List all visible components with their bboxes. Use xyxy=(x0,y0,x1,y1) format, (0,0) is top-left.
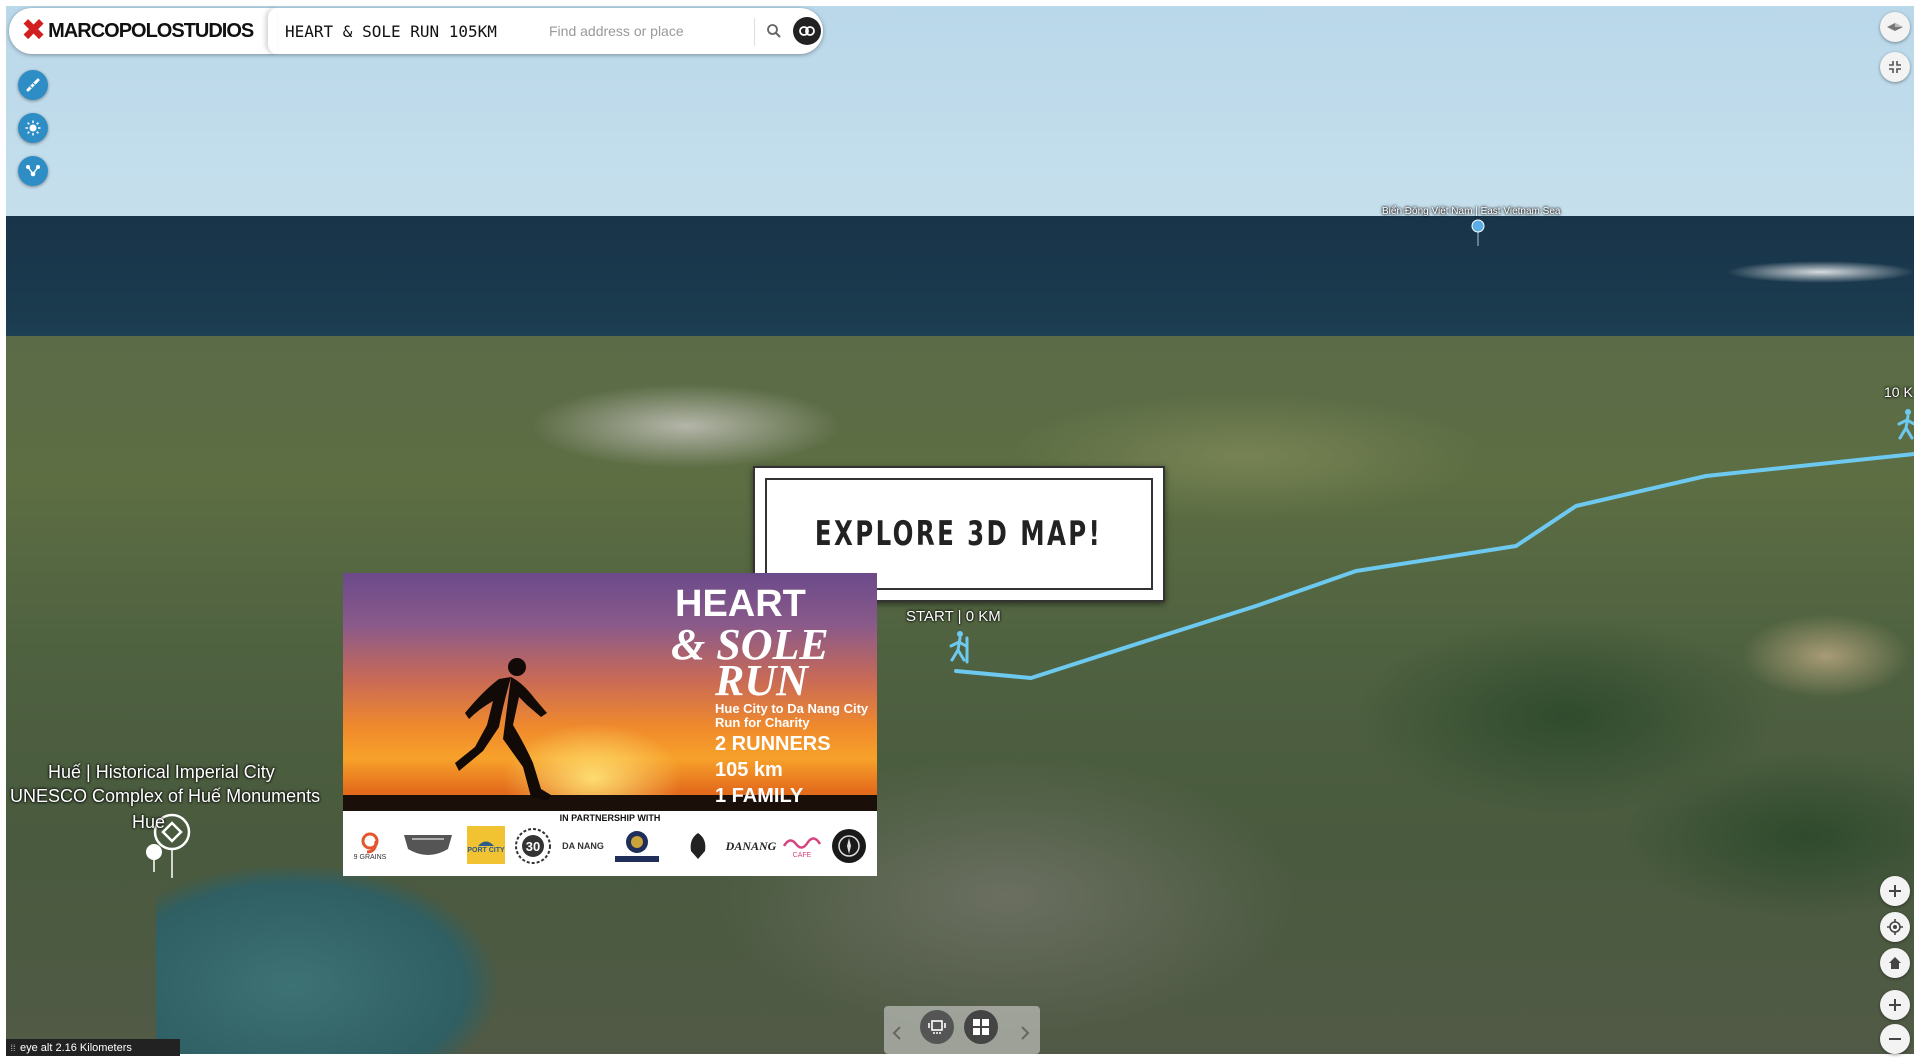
poster-stat-runners: 2 RUNNERS xyxy=(715,733,831,755)
story-toolbar xyxy=(884,1006,1040,1054)
measure-button[interactable] xyxy=(18,70,48,100)
portcity-logo-icon xyxy=(478,841,494,846)
prev-icon xyxy=(892,1026,901,1040)
share-network-icon xyxy=(26,165,40,177)
logo[interactable]: ✖ MARCOPOLOSTUDIOS xyxy=(21,13,254,48)
30-badge-logo-icon: 30 xyxy=(515,828,551,864)
cafe-script-logo-icon xyxy=(782,836,822,849)
hue-unesco-label: UNESCO Complex of Huế Monuments xyxy=(10,786,321,806)
prev-button[interactable] xyxy=(892,1026,902,1045)
slides-icon xyxy=(928,1020,946,1034)
zoom-in-icon xyxy=(1889,999,1901,1011)
svg-text:30: 30 xyxy=(526,839,540,854)
partner-label: IN PARTNERSHIP WITH xyxy=(559,813,661,823)
emblem-logo-icon xyxy=(615,831,659,862)
gallery-icon xyxy=(973,1019,989,1035)
partner-logo-portcity: PORT CITY xyxy=(467,826,505,864)
9grains-logo-icon xyxy=(361,832,379,853)
poster-stat-distance: 105 km xyxy=(715,759,783,781)
partner-name-danang-script: DANANG xyxy=(725,838,777,853)
start-runner-icon xyxy=(949,631,969,664)
search-input[interactable] xyxy=(549,16,749,46)
zoom-out-icon xyxy=(1889,1038,1901,1040)
partner-logo-marcopolo xyxy=(673,826,723,866)
explore-3d-map-text: EXPLORE 3D MAP! xyxy=(815,514,1103,554)
search-divider xyxy=(754,18,755,46)
gallery-button[interactable] xyxy=(964,1010,998,1044)
logo-text: MARCOPOLOSTUDIOS xyxy=(48,19,254,42)
eye-altitude-readout: eye alt 2.16 Kilometers xyxy=(20,1041,132,1054)
sea-marker-icon xyxy=(1471,219,1485,233)
home-icon xyxy=(1889,957,1901,969)
compass-icon xyxy=(1887,23,1903,31)
poster-title-run: RUN xyxy=(715,656,808,705)
status-bar: ⁞⁞ eye alt 2.16 Kilometers xyxy=(6,1039,180,1056)
shield-logo-icon xyxy=(404,835,452,855)
slides-button[interactable] xyxy=(920,1010,954,1044)
hue-pin-icon xyxy=(146,844,162,872)
next-icon xyxy=(1021,1026,1030,1040)
10k-runner-icon xyxy=(1897,409,1914,440)
10k-label: 10 K xyxy=(1884,384,1913,400)
partner-logo-danang-script: DANANG xyxy=(725,826,777,866)
poster-stat-family: 1 FAMILY xyxy=(715,785,804,807)
partner-logo-cafe: CAFE xyxy=(779,826,825,866)
next-button[interactable] xyxy=(1020,1026,1030,1045)
partner-name-portcity: PORT CITY xyxy=(467,846,505,854)
fullscreen-exit-button[interactable] xyxy=(1880,52,1910,82)
sea-label: Biển Đông Việt Nam | East Vietnam Sea xyxy=(1382,206,1561,217)
search-icon xyxy=(767,24,781,38)
daylight-icon xyxy=(25,120,41,136)
partner-name-danang: DA NANG xyxy=(562,841,604,851)
event-poster[interactable]: HEART & SOLE RUN Hue City to Da Nang Cit… xyxy=(343,573,877,876)
locate-button[interactable] xyxy=(1880,912,1910,942)
start-label: START | 0 KM xyxy=(906,608,1001,625)
zoom-out-button[interactable] xyxy=(1880,1024,1910,1054)
map-title: HEART & SOLE RUN 105KM xyxy=(285,22,497,41)
measure-icon xyxy=(26,78,40,92)
hue-city-label: Hue xyxy=(132,812,166,832)
partner-logo-danang: DA NANG xyxy=(559,826,607,866)
search-button[interactable] xyxy=(759,16,789,46)
locate-icon xyxy=(1887,919,1903,935)
runner-silhouette-icon xyxy=(455,658,551,801)
compass-button[interactable] xyxy=(1880,12,1910,42)
home-button[interactable] xyxy=(1880,948,1910,978)
partner-name-9grains: 9 GRAINS xyxy=(353,853,387,861)
fullscreen-exit-icon xyxy=(1889,61,1901,73)
partner-name-cafe: CAFE xyxy=(792,851,812,859)
drag-handle-icon[interactable]: ⁞⁞ xyxy=(6,1043,20,1053)
partner-logo-30: 30 xyxy=(513,826,553,866)
partner-logo-emblem xyxy=(607,826,667,866)
poster-charity: Run for Charity xyxy=(715,715,810,730)
poster-partners-strip: IN PARTNERSHIP WITH 9 GRAINS PORT CITY 3… xyxy=(343,811,877,876)
zoom-in-button[interactable] xyxy=(1880,876,1910,906)
logo-x-icon: ✖ xyxy=(21,13,47,48)
partner-logo-shield xyxy=(401,826,455,866)
partner-logo-dark-circle xyxy=(829,826,869,866)
zoom-in-button-2[interactable] xyxy=(1880,990,1910,1020)
hue-title-label: Huế | Historical Imperial City xyxy=(48,762,275,782)
link-icon xyxy=(799,26,815,36)
marcopolo-badge-icon xyxy=(690,833,706,859)
poster-route: Hue City to Da Nang City xyxy=(715,701,869,716)
daylight-button[interactable] xyxy=(18,113,48,143)
dark-circle-logo-icon xyxy=(832,829,866,863)
partner-logo-9grains: 9 GRAINS xyxy=(353,826,387,866)
header-bar: ✖ MARCOPOLOSTUDIOS HEART & SOLE RUN 105K… xyxy=(9,8,823,54)
zoom-in-icon xyxy=(1889,885,1901,897)
logo-divider xyxy=(267,8,277,54)
share-network-button[interactable] xyxy=(18,156,48,186)
share-link-button[interactable] xyxy=(793,17,821,45)
